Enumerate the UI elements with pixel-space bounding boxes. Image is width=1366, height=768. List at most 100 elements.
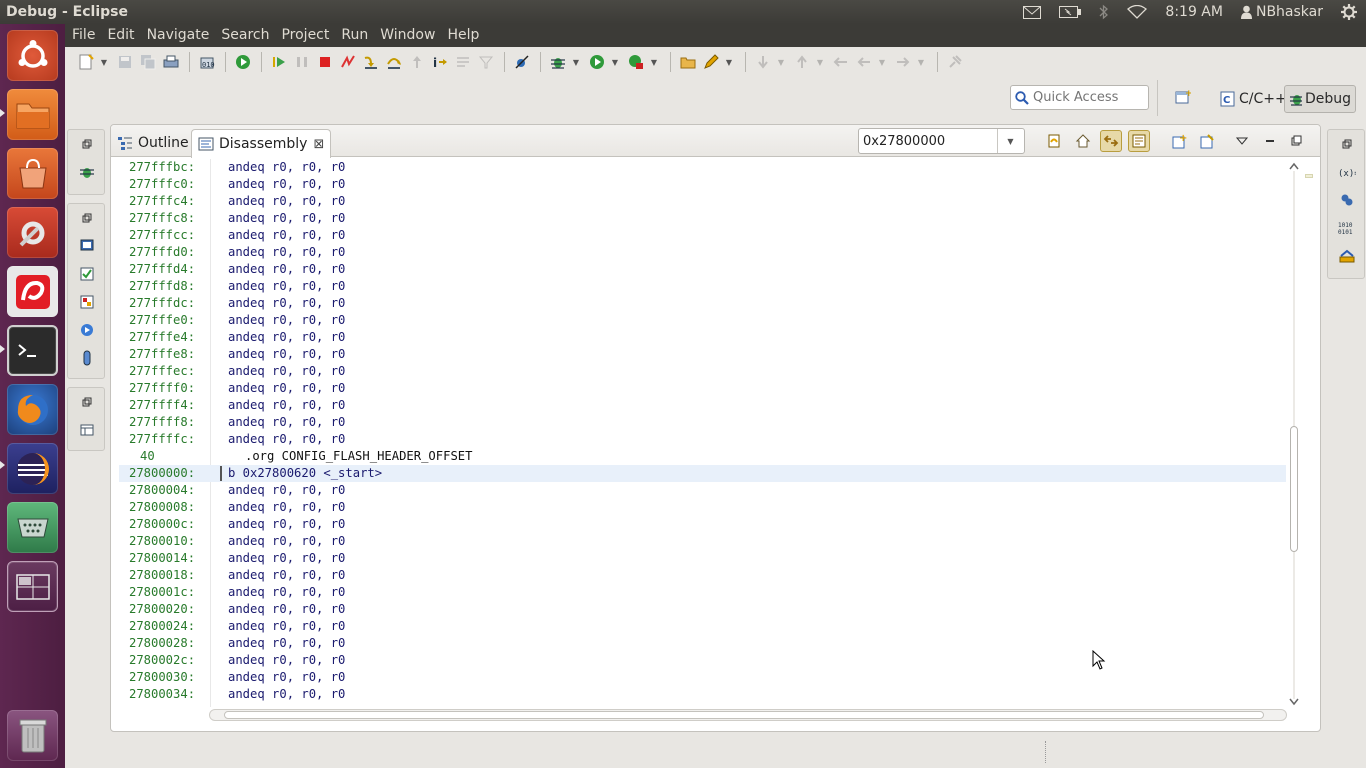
disassembly-row[interactable]: 277fffe8: andeq r0, r0, r0 [119, 346, 1286, 363]
open-folder-icon[interactable] [677, 51, 699, 73]
disassembly-row[interactable]: 27800020: andeq r0, r0, r0 [119, 601, 1286, 618]
disassembly-row[interactable]: 27800028: andeq r0, r0, r0 [119, 635, 1286, 652]
edit-pencil-icon[interactable] [700, 51, 722, 73]
files-icon[interactable] [7, 89, 58, 140]
eclipse-icon[interactable] [7, 443, 58, 494]
tab-outline[interactable]: Outline [111, 129, 195, 157]
editor-area-icon[interactable] [68, 416, 106, 444]
debug-view-icon[interactable] [68, 158, 106, 186]
disassembly-row[interactable]: 277ffff8: andeq r0, r0, r0 [119, 414, 1286, 431]
debug-dropdown[interactable]: ▼ [570, 51, 582, 73]
disassembly-row[interactable]: 277ffffc: andeq r0, r0, r0 [119, 431, 1286, 448]
step-into-icon[interactable] [360, 51, 382, 73]
run-dropdown[interactable]: ▼ [609, 51, 621, 73]
user-menu[interactable]: NBhaskar [1232, 0, 1332, 24]
pin-editor-icon[interactable] [944, 51, 966, 73]
run-as-icon[interactable] [586, 51, 608, 73]
clock[interactable]: 8:19 AM [1156, 0, 1232, 24]
maximize-icon[interactable] [1286, 130, 1308, 152]
disassembly-row[interactable]: 27800034: andeq r0, r0, r0 [119, 686, 1286, 703]
menu-file[interactable]: File [66, 24, 101, 47]
save-all-icon[interactable] [137, 51, 159, 73]
disassembly-row[interactable]: 27800014: andeq r0, r0, r0 [119, 550, 1286, 567]
perspective-cpp[interactable]: C C/C++ [1216, 85, 1291, 113]
disassembly-row[interactable]: 277fffc4: andeq r0, r0, r0 [119, 193, 1286, 210]
menu-project[interactable]: Project [275, 24, 335, 47]
pencil-dropdown[interactable]: ▼ [723, 51, 735, 73]
vertical-scrollbar[interactable] [1287, 161, 1301, 707]
perspective-debug[interactable]: Debug [1284, 85, 1356, 113]
terminal-icon[interactable] [7, 325, 58, 376]
disassembly-row[interactable]: 27800010: andeq r0, r0, r0 [119, 533, 1286, 550]
modules-view-icon[interactable] [1328, 242, 1366, 270]
disassembly-row[interactable]: 277fffd0: andeq r0, r0, r0 [119, 244, 1286, 261]
debug-icon[interactable] [547, 51, 569, 73]
disassembly-row[interactable]: 27800004: andeq r0, r0, r0 [119, 482, 1286, 499]
disassembly-row[interactable]: 277fffc0: andeq r0, r0, r0 [119, 176, 1286, 193]
minimize-icon[interactable] [1259, 130, 1281, 152]
breakpoints-view-icon[interactable] [1328, 186, 1366, 214]
instruction-stepping-icon[interactable]: i [429, 51, 451, 73]
variables-view-icon[interactable]: (x)= [1328, 158, 1366, 186]
source-line-row[interactable]: 40 .org CONFIG_FLASH_HEADER_OFFSET [119, 448, 1286, 465]
disassembly-row[interactable]: 2780001c: andeq r0, r0, r0 [119, 584, 1286, 601]
external-tools-dropdown[interactable]: ▼ [648, 51, 660, 73]
disassembly-row[interactable]: 2780000c: andeq r0, r0, r0 [119, 516, 1286, 533]
disassembly-row[interactable]: 277fffcc: andeq r0, r0, r0 [119, 227, 1286, 244]
battery-icon[interactable] [1050, 0, 1090, 24]
skip-breakpoints-icon[interactable] [511, 51, 533, 73]
open-perspective-icon[interactable]: + [1175, 89, 1193, 109]
disassembly-listing[interactable]: 277fffbc: andeq r0, r0, r0 277fffc0: andeq … [119, 159, 1286, 707]
scroll-down-icon[interactable] [1287, 697, 1301, 707]
software-center-icon[interactable] [7, 148, 58, 199]
problems-view-icon[interactable] [68, 288, 106, 316]
disassembly-row[interactable]: 27800024: andeq r0, r0, r0 [119, 618, 1286, 635]
horizontal-scroll-thumb[interactable] [224, 711, 1264, 719]
disassembly-row[interactable]: 27800018: andeq r0, r0, r0 [119, 567, 1286, 584]
drop-to-frame-icon[interactable] [452, 51, 474, 73]
restore-icon[interactable] [68, 204, 106, 232]
quick-access[interactable] [1010, 85, 1149, 110]
chevron-down-icon[interactable]: ▼ [997, 129, 1023, 153]
prev-annotation-icon[interactable] [791, 51, 813, 73]
menu-edit[interactable]: Edit [101, 24, 140, 47]
restore-icon[interactable] [1328, 130, 1366, 158]
terminate-icon[interactable] [314, 51, 336, 73]
use-step-filters-icon[interactable] [475, 51, 497, 73]
session-gear-icon[interactable] [1332, 0, 1366, 24]
forward-icon[interactable] [892, 51, 914, 73]
firefox-icon[interactable] [7, 384, 58, 435]
address-input[interactable] [859, 133, 997, 149]
pin-view-icon[interactable] [1196, 130, 1218, 152]
new-dropdown[interactable]: ▼ [98, 51, 110, 73]
address-combo[interactable]: ▼ [858, 128, 1025, 154]
console-view-icon[interactable] [68, 232, 106, 260]
disassembly-row[interactable]: 277fffec: andeq r0, r0, r0 [119, 363, 1286, 380]
print-icon[interactable] [160, 51, 182, 73]
view-menu-icon[interactable] [1231, 130, 1253, 152]
disassembly-row[interactable]: 27800000: b 0x27800620 <_start> [119, 465, 1286, 482]
quick-access-input[interactable] [1033, 90, 1143, 105]
disassembly-row[interactable]: 27800008: andeq r0, r0, r0 [119, 499, 1286, 516]
resume-icon[interactable] [268, 51, 290, 73]
refresh-view-icon[interactable] [1043, 130, 1065, 152]
link-with-debug-icon[interactable] [1100, 130, 1122, 152]
bluetooth-icon[interactable] [1090, 0, 1118, 24]
ubuntu-dash-icon[interactable] [7, 30, 58, 81]
disassembly-row[interactable]: 277fffbc: andeq r0, r0, r0 [119, 159, 1286, 176]
registers-view-icon[interactable]: 1010 0101 [1328, 214, 1366, 242]
disassembly-row[interactable]: 27800030: andeq r0, r0, r0 [119, 669, 1286, 686]
suspend-icon[interactable] [291, 51, 313, 73]
overview-ruler[interactable] [1304, 161, 1314, 707]
build-icon[interactable]: 010 [196, 51, 218, 73]
step-over-icon[interactable] [383, 51, 405, 73]
executables-view-icon[interactable] [68, 316, 106, 344]
show-source-icon[interactable] [1128, 130, 1150, 152]
menu-navigate[interactable]: Navigate [141, 24, 216, 47]
disassembly-row[interactable]: 277fffd8: andeq r0, r0, r0 [119, 278, 1286, 295]
save-icon[interactable] [114, 51, 136, 73]
wifi-icon[interactable] [1118, 0, 1156, 24]
menu-help[interactable]: Help [441, 24, 485, 47]
memory-view-icon[interactable] [68, 344, 106, 372]
disassembly-row[interactable]: 277fffe0: andeq r0, r0, r0 [119, 312, 1286, 329]
